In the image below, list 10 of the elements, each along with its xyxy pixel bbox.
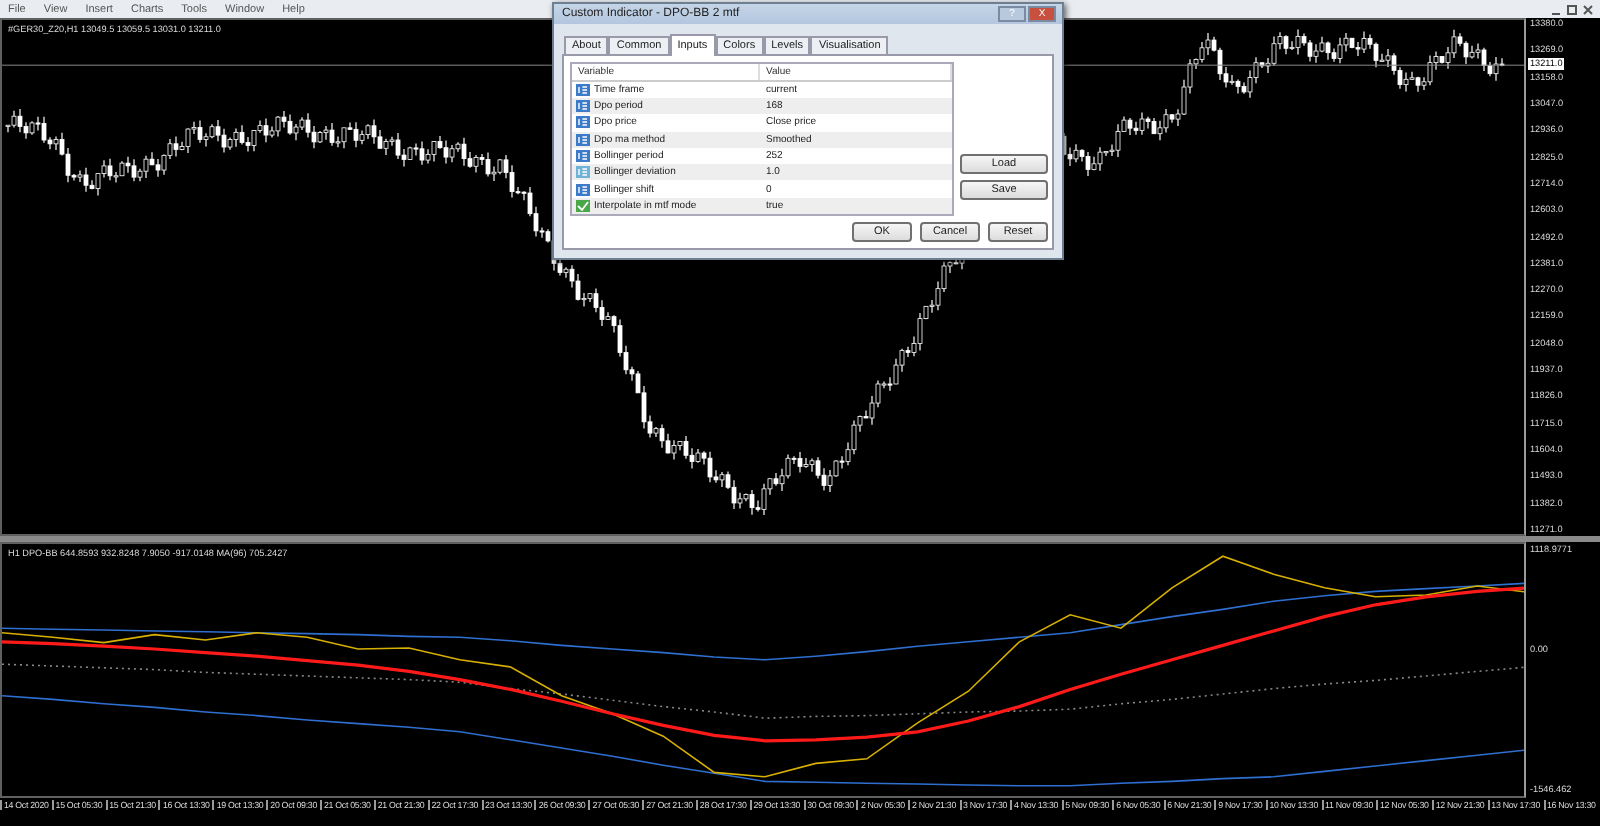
close-icon[interactable]: [1582, 3, 1594, 15]
number-variable-icon: [576, 166, 590, 179]
number-variable-icon: [576, 100, 590, 113]
checkmark-variable-icon: [576, 199, 590, 212]
number-variable-icon: [576, 133, 590, 146]
number-variable-icon: [576, 149, 590, 162]
number-variable-icon: [576, 116, 590, 129]
restore-icon[interactable]: [1566, 3, 1578, 15]
number-variable-icon: [576, 183, 590, 196]
number-variable-icon: [576, 83, 590, 96]
